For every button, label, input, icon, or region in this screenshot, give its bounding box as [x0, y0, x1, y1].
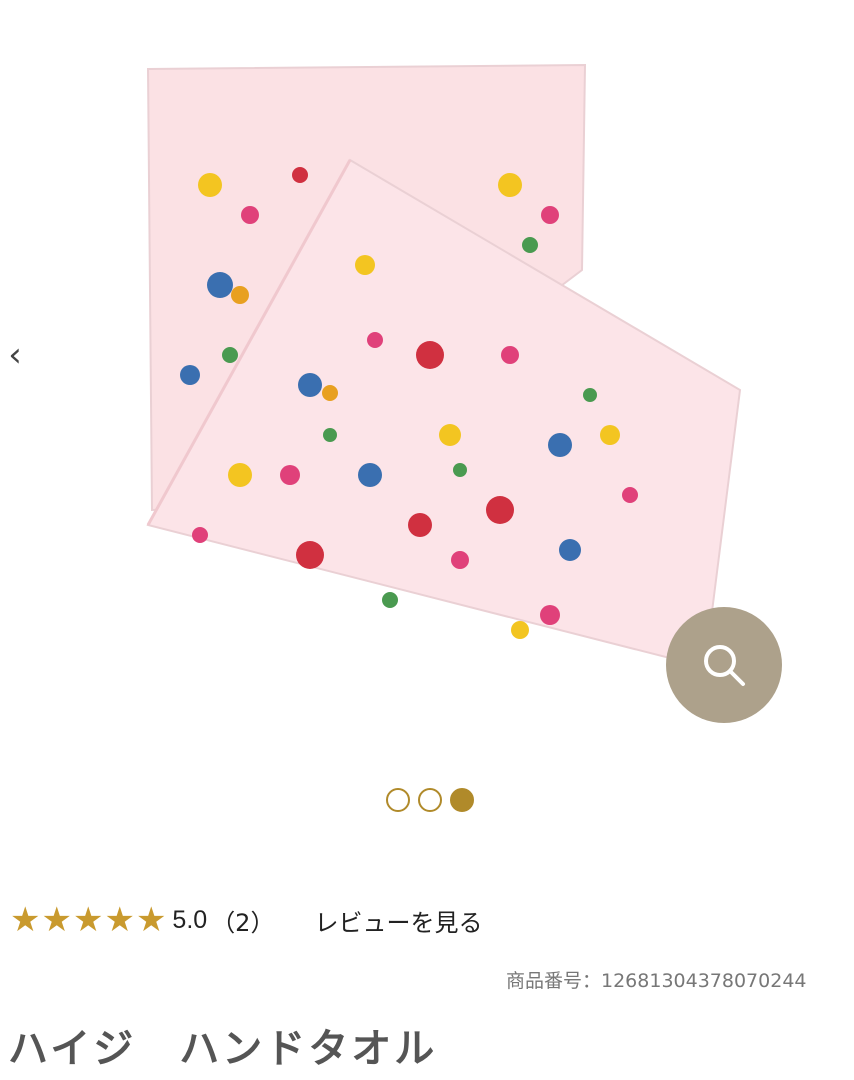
rating-row: ★ ★ ★ ★ ★ 5.0 （2） レビューを見る	[10, 900, 482, 940]
product-image[interactable]	[130, 55, 750, 675]
prev-arrow-button[interactable]: ‹	[0, 330, 30, 380]
star-rating: ★ ★ ★ ★ ★	[10, 901, 166, 939]
star-icon: ★	[41, 900, 72, 940]
product-title: ハイジ ハンドタオル	[8, 1026, 438, 1072]
pager-dot[interactable]	[386, 788, 410, 812]
pager-dot[interactable]	[450, 788, 474, 812]
star-icon: ★	[135, 900, 167, 940]
star-icon: ★	[72, 900, 104, 940]
product-image-gallery: ‹	[0, 0, 854, 760]
slide-pager	[386, 788, 474, 812]
product-number: 商品番号：12681304378070244	[506, 970, 807, 992]
zoom-button[interactable]	[666, 607, 782, 723]
star-icon: ★	[104, 900, 135, 940]
review-count: （2）	[211, 908, 275, 937]
view-reviews-link[interactable]: レビューを見る	[314, 903, 482, 938]
rating-score: 5.0	[172, 905, 208, 934]
search-icon	[704, 645, 745, 686]
pager-dot[interactable]	[418, 788, 442, 812]
star-icon: ★	[10, 900, 41, 940]
